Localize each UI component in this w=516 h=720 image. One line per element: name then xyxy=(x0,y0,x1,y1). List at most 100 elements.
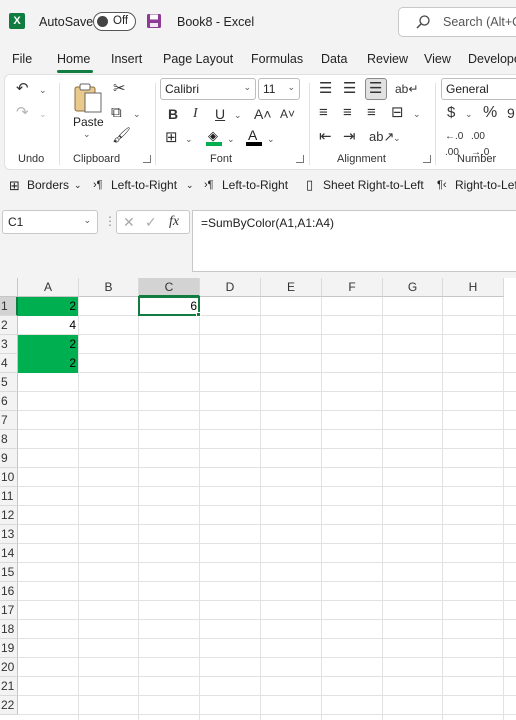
orientation-dropdown-icon[interactable]: ⌄ xyxy=(393,133,401,144)
cell-a4[interactable]: 2 xyxy=(18,354,78,373)
underline-dropdown-icon[interactable]: ⌄ xyxy=(234,110,242,121)
column-header-b[interactable]: B xyxy=(79,278,139,297)
cut-icon[interactable]: ✂ xyxy=(113,81,126,97)
insert-function-icon[interactable]: fx xyxy=(169,214,179,230)
italic-icon[interactable]: I xyxy=(193,106,198,122)
row-header-19[interactable]: 19 xyxy=(0,639,18,658)
row-header-22[interactable]: 22 xyxy=(0,696,18,715)
align-top-icon[interactable]: ☰ xyxy=(319,81,332,97)
number-format-combo[interactable]: General xyxy=(441,78,516,100)
row-header-5[interactable]: 5 xyxy=(0,373,18,392)
row-header-7[interactable]: 7 xyxy=(0,411,18,430)
align-center-icon[interactable]: ≡ xyxy=(343,105,352,121)
row-header-2[interactable]: 2 xyxy=(0,316,18,335)
row-header-21[interactable]: 21 xyxy=(0,677,18,696)
merge-center-icon[interactable]: ⊟ xyxy=(391,105,404,121)
increase-font-icon[interactable]: A˄ xyxy=(254,106,272,122)
tab-formulas[interactable]: Formulas xyxy=(251,52,303,66)
row-header-13[interactable]: 13 xyxy=(0,525,18,544)
enter-icon[interactable]: ✓ xyxy=(145,214,157,231)
currency-dropdown-icon[interactable]: ⌄ xyxy=(465,109,473,120)
align-left-icon[interactable]: ≡ xyxy=(319,105,328,121)
alignment-launcher-icon[interactable] xyxy=(423,155,431,163)
formula-input[interactable]: =SumByColor(A1,A1:A4) xyxy=(192,210,516,272)
tab-page-layout[interactable]: Page Layout xyxy=(163,52,233,66)
tab-insert[interactable]: Insert xyxy=(111,52,142,66)
cell-a3[interactable]: 2 xyxy=(18,335,78,354)
cell-a2[interactable]: 4 xyxy=(18,316,78,335)
row-header-20[interactable]: 20 xyxy=(0,658,18,677)
paste-dropdown-icon[interactable]: ⌄ xyxy=(83,129,91,140)
currency-icon[interactable]: $ xyxy=(447,105,455,121)
row-header-15[interactable]: 15 xyxy=(0,563,18,582)
row-header-4[interactable]: 4 xyxy=(0,354,18,373)
borders-dropdown-icon[interactable]: ⌄ xyxy=(185,134,193,145)
tab-file[interactable]: File xyxy=(12,52,32,66)
row-header-6[interactable]: 6 xyxy=(0,392,18,411)
tab-review[interactable]: Review xyxy=(367,52,408,66)
row-header-12[interactable]: 12 xyxy=(0,506,18,525)
undo-icon[interactable]: ↶ xyxy=(16,81,29,97)
row-header-3[interactable]: 3 xyxy=(0,335,18,354)
column-header-h[interactable]: H xyxy=(443,278,504,297)
merge-dropdown-icon[interactable]: ⌄ xyxy=(413,109,421,120)
font-size-combo[interactable]: 11 ⌄ xyxy=(258,78,300,100)
row-header-8[interactable]: 8 xyxy=(0,430,18,449)
formula-bar-drag-icon[interactable]: ⋮ xyxy=(104,214,116,228)
copy-icon[interactable]: ⧉ xyxy=(111,105,122,121)
cell-a1[interactable]: 2 xyxy=(18,297,78,316)
autosave-toggle[interactable]: Off xyxy=(93,12,136,31)
fill-handle[interactable] xyxy=(196,312,201,317)
paste-button-label[interactable]: Paste xyxy=(73,115,104,129)
underline-icon[interactable]: U xyxy=(215,106,225,122)
bold-icon[interactable]: B xyxy=(168,106,178,122)
increase-indent-icon[interactable]: ⇥ xyxy=(343,129,356,145)
tab-view[interactable]: View xyxy=(424,52,451,66)
redo-icon[interactable]: ↷ xyxy=(16,105,29,121)
tab-home[interactable]: Home xyxy=(57,52,90,66)
column-header-c[interactable]: C xyxy=(139,278,200,297)
align-middle-icon[interactable]: ☰ xyxy=(343,81,356,97)
column-header-d[interactable]: D xyxy=(200,278,261,297)
name-box[interactable]: C1 ⌄ xyxy=(2,210,98,234)
font-color-icon[interactable]: A xyxy=(245,127,263,146)
column-header-g[interactable]: G xyxy=(383,278,443,297)
tab-developer[interactable]: Developer xyxy=(468,52,516,66)
orientation-icon[interactable]: ab↗ xyxy=(369,129,394,145)
row-header-11[interactable]: 11 xyxy=(0,487,18,506)
copy-dropdown-icon[interactable]: ⌄ xyxy=(133,109,141,120)
row-header-9[interactable]: 9 xyxy=(0,449,18,468)
comma-style-icon[interactable]: 9 xyxy=(507,105,515,121)
fill-color-dropdown-icon[interactable]: ⌄ xyxy=(227,134,235,145)
font-launcher-icon[interactable] xyxy=(296,155,304,163)
row-header-1[interactable]: 1 xyxy=(0,297,18,316)
decrease-font-icon[interactable]: A˅ xyxy=(280,106,295,122)
wrap-text-icon[interactable]: ab↵ xyxy=(395,81,418,97)
row-header-10[interactable]: 10 xyxy=(0,468,18,487)
row-header-14[interactable]: 14 xyxy=(0,544,18,563)
column-header-e[interactable]: E xyxy=(261,278,322,297)
search-box[interactable]: Search (Alt+Q) xyxy=(398,7,516,37)
row-header-18[interactable]: 18 xyxy=(0,620,18,639)
paste-icon[interactable] xyxy=(71,81,105,115)
fill-color-icon[interactable]: ◈ xyxy=(205,128,223,146)
undo-dropdown-icon[interactable]: ⌄ xyxy=(39,85,47,96)
row-header-16[interactable]: 16 xyxy=(0,582,18,601)
cancel-icon[interactable]: ✕ xyxy=(123,214,135,231)
font-name-combo[interactable]: Calibri ⌄ xyxy=(160,78,256,100)
tab-data[interactable]: Data xyxy=(321,52,347,66)
percent-icon[interactable]: % xyxy=(483,105,497,121)
row-header-17[interactable]: 17 xyxy=(0,601,18,620)
redo-dropdown-icon[interactable]: ⌄ xyxy=(39,109,47,120)
select-all-corner[interactable] xyxy=(0,278,18,297)
font-color-dropdown-icon[interactable]: ⌄ xyxy=(267,134,275,145)
clipboard-launcher-icon[interactable] xyxy=(143,155,151,163)
format-painter-icon[interactable]: 🖌 xyxy=(112,128,131,144)
align-bottom-icon[interactable]: ☰ xyxy=(365,78,387,100)
decrease-indent-icon[interactable]: ⇤ xyxy=(319,129,332,145)
column-header-f[interactable]: F xyxy=(322,278,383,297)
align-right-icon[interactable]: ≡ xyxy=(367,105,376,121)
borders-icon[interactable]: ⊞ xyxy=(165,130,178,146)
column-header-a[interactable]: A xyxy=(18,278,79,297)
save-icon[interactable] xyxy=(146,13,162,29)
